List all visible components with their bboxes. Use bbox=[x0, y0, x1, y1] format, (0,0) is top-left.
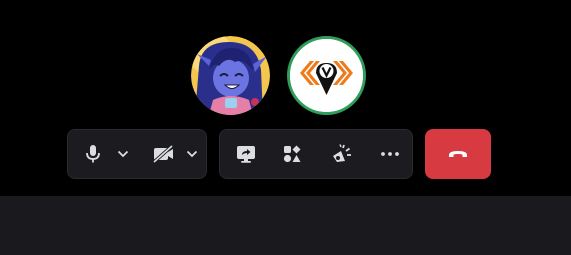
screen-share-icon bbox=[237, 146, 255, 163]
microphone-button[interactable] bbox=[80, 130, 106, 178]
camera-button[interactable] bbox=[148, 130, 178, 178]
logo-avatar-icon bbox=[290, 39, 363, 112]
chevron-down-icon bbox=[117, 150, 129, 158]
soundboard-icon bbox=[333, 144, 351, 162]
camera-options-button[interactable] bbox=[182, 130, 202, 178]
soundboard-button[interactable] bbox=[324, 130, 360, 178]
microphone-icon bbox=[86, 145, 100, 163]
chevron-down-icon bbox=[186, 150, 198, 158]
activities-icon bbox=[283, 145, 301, 163]
share-screen-button[interactable] bbox=[228, 130, 264, 178]
camera-off-icon bbox=[152, 144, 174, 164]
end-call-button[interactable] bbox=[425, 129, 491, 179]
participant-avatar-2[interactable] bbox=[287, 36, 366, 115]
bottom-bar bbox=[0, 196, 571, 255]
media-controls-group bbox=[67, 129, 207, 179]
participant-avatar-1[interactable] bbox=[191, 36, 270, 115]
activities-button[interactable] bbox=[274, 130, 310, 178]
more-button[interactable] bbox=[372, 130, 408, 178]
microphone-options-button[interactable] bbox=[113, 130, 133, 178]
actions-controls-group bbox=[219, 129, 413, 179]
more-icon bbox=[381, 152, 399, 156]
anime-character-avatar-icon bbox=[191, 36, 270, 115]
call-stage bbox=[0, 0, 571, 196]
hang-up-icon bbox=[449, 151, 467, 157]
